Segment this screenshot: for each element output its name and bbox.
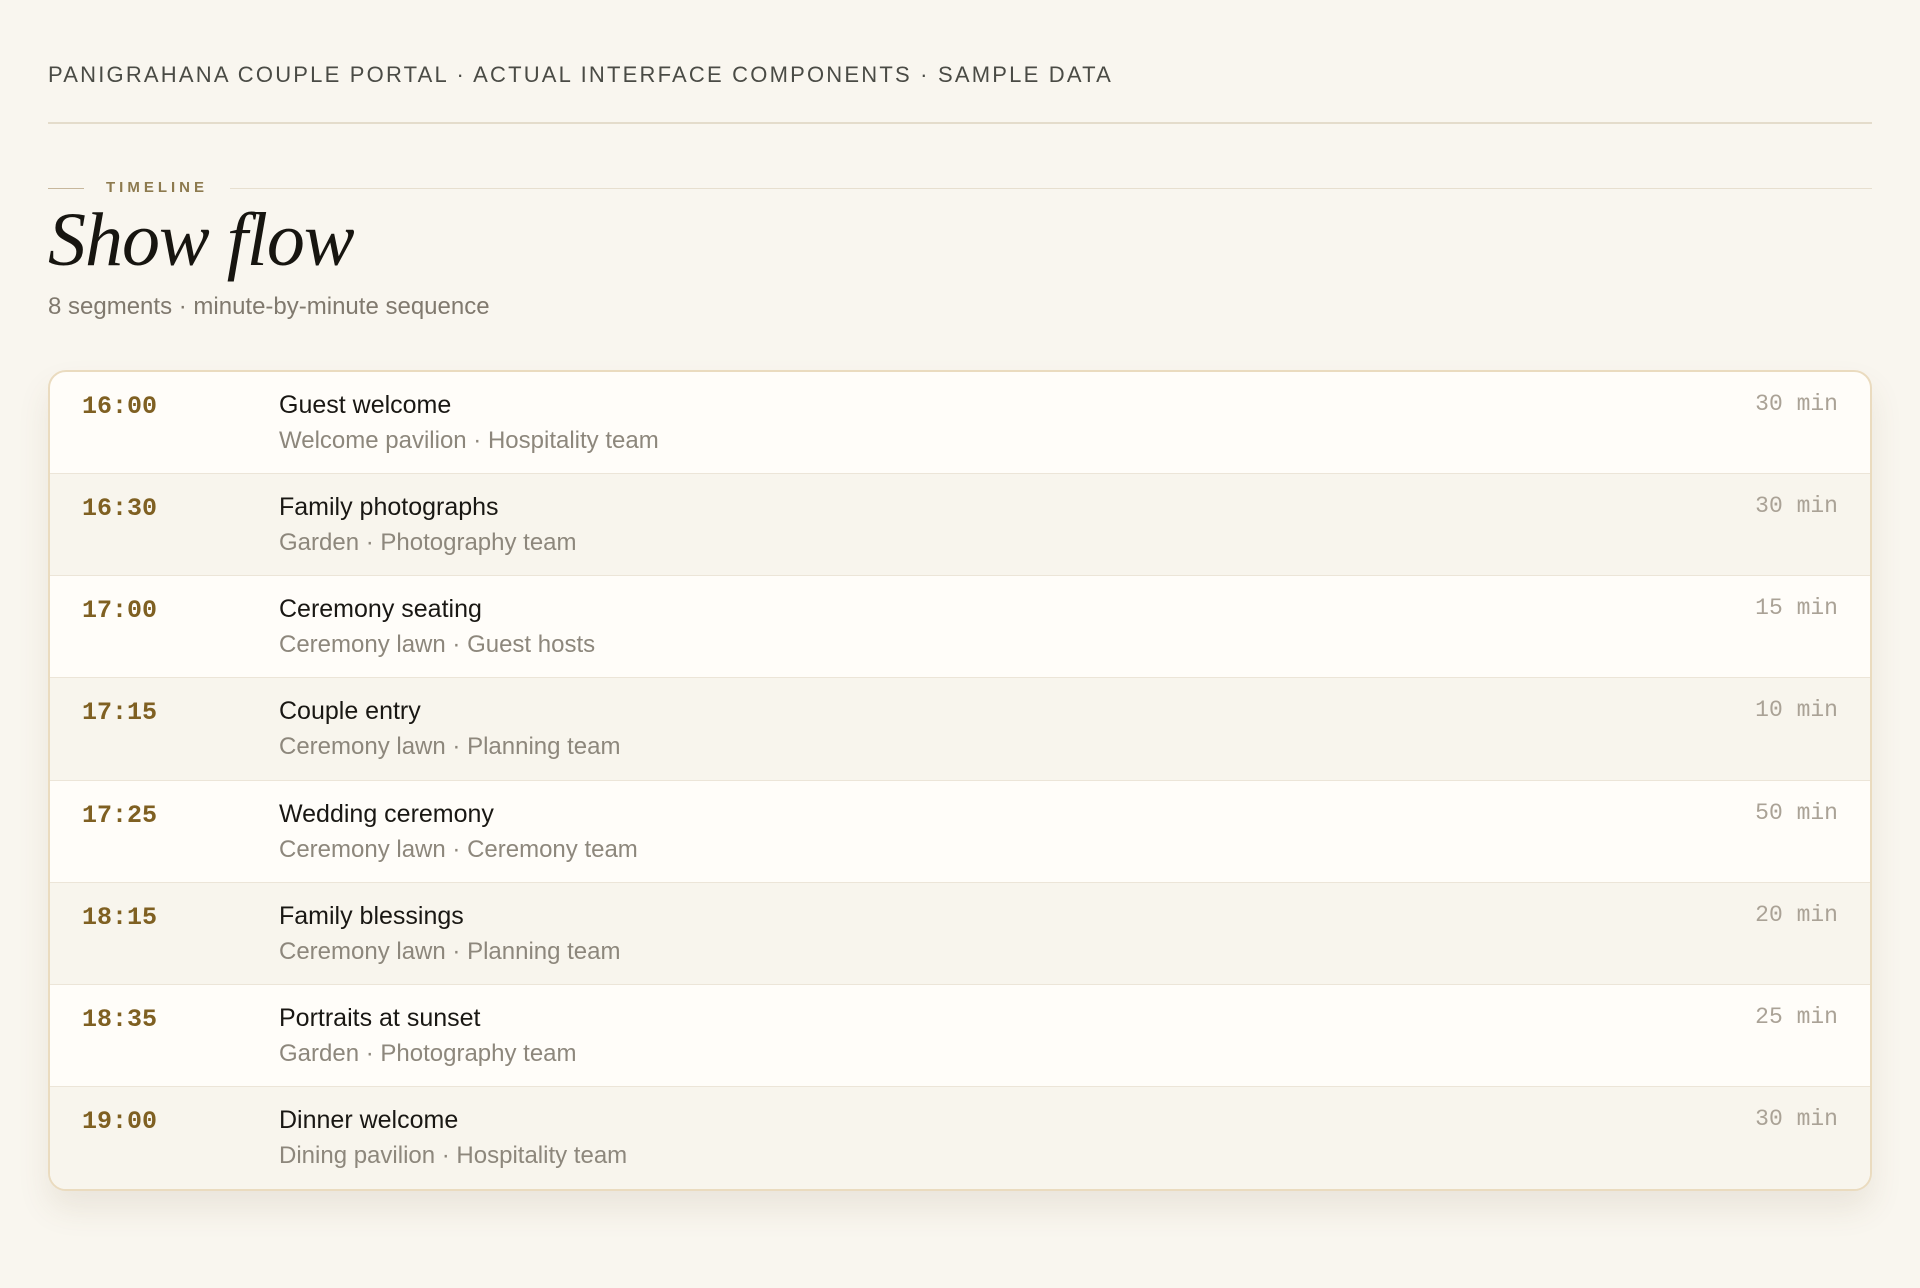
segment-location-team: Ceremony lawn · Planning team (279, 937, 621, 965)
timeline-list: 16:00 Guest welcome Welcome pavilion · H… (48, 370, 1872, 1191)
timeline-row-wedding-ceremony: 17:25 Wedding ceremony Ceremony lawn · C… (50, 781, 1870, 883)
segment-time: 16:30 (82, 494, 158, 524)
portal-header: PANIGRAHANA COUPLE PORTAL · ACTUAL INTER… (48, 0, 1872, 124)
timeline-row-ceremony-seating: 17:00 Ceremony seating Ceremony lawn · G… (50, 576, 1870, 679)
segment-duration: 10 min (1755, 697, 1838, 724)
segment-location-team: Garden · Photography team (279, 1039, 577, 1067)
timeline-row-family-photographs: 16:30 Family photographs Garden · Photog… (50, 474, 1870, 577)
eyebrow-left-rule (48, 187, 84, 189)
segment-time: 18:15 (82, 902, 158, 932)
segment-duration: 25 min (1755, 1003, 1838, 1030)
eyebrow-right-rule (230, 187, 1872, 189)
section-eyebrow-row: TIMELINE (48, 179, 1872, 197)
segment-title: Dinner welcome (279, 1105, 459, 1134)
timeline-row-dinner-welcome: 19:00 Dinner welcome Dining pavilion · H… (50, 1086, 1870, 1189)
couple-portal-page: PANIGRAHANA COUPLE PORTAL · ACTUAL INTER… (0, 0, 1920, 1288)
segment-location-team: Ceremony lawn · Ceremony team (279, 835, 638, 863)
segment-location-team: Dining pavilion · Hospitality team (279, 1141, 628, 1169)
segment-title: Guest welcome (279, 391, 452, 419)
segment-title: Family blessings (279, 901, 464, 930)
page-title: Show flow (48, 198, 355, 282)
page-subtitle: 8 segments · minute-by-minute sequence (48, 293, 490, 320)
segment-time: 17:25 (82, 800, 158, 830)
segment-time: 19:00 (82, 1106, 158, 1136)
segment-duration: 30 min (1755, 493, 1838, 520)
portal-context-label: PANIGRAHANA COUPLE PORTAL · ACTUAL INTER… (48, 62, 1113, 87)
timeline-row-family-blessings: 18:15 Family blessings Ceremony lawn · P… (50, 882, 1870, 985)
segment-location-team: Ceremony lawn · Guest hosts (279, 631, 596, 659)
segment-duration: 30 min (1755, 1105, 1838, 1132)
segment-title: Wedding ceremony (279, 799, 494, 828)
segment-title: Ceremony seating (279, 595, 482, 624)
segment-duration: 15 min (1755, 595, 1838, 622)
segment-title: Family photographs (279, 493, 499, 522)
timeline-row-portraits-at-sunset: 18:35 Portraits at sunset Garden · Photo… (50, 985, 1870, 1087)
segment-time: 17:15 (82, 698, 158, 728)
segment-location-team: Garden · Photography team (279, 529, 577, 557)
timeline-row-guest-welcome: 16:00 Guest welcome Welcome pavilion · H… (50, 372, 1870, 475)
timeline-row-couple-entry: 17:15 Couple entry Ceremony lawn · Plann… (50, 678, 1870, 781)
segment-location-team: Welcome pavilion · Hospitality team (279, 427, 659, 454)
segment-duration: 50 min (1755, 799, 1838, 826)
segment-time: 16:00 (82, 392, 158, 421)
segment-duration: 20 min (1755, 901, 1838, 928)
segment-title: Couple entry (279, 697, 421, 726)
segment-time: 17:00 (82, 596, 158, 626)
segment-time: 18:35 (82, 1004, 158, 1034)
segment-title: Portraits at sunset (279, 1003, 481, 1032)
segment-duration: 30 min (1755, 391, 1838, 417)
section-eyebrow: TIMELINE (106, 179, 208, 196)
segment-location-team: Ceremony lawn · Planning team (279, 733, 621, 761)
